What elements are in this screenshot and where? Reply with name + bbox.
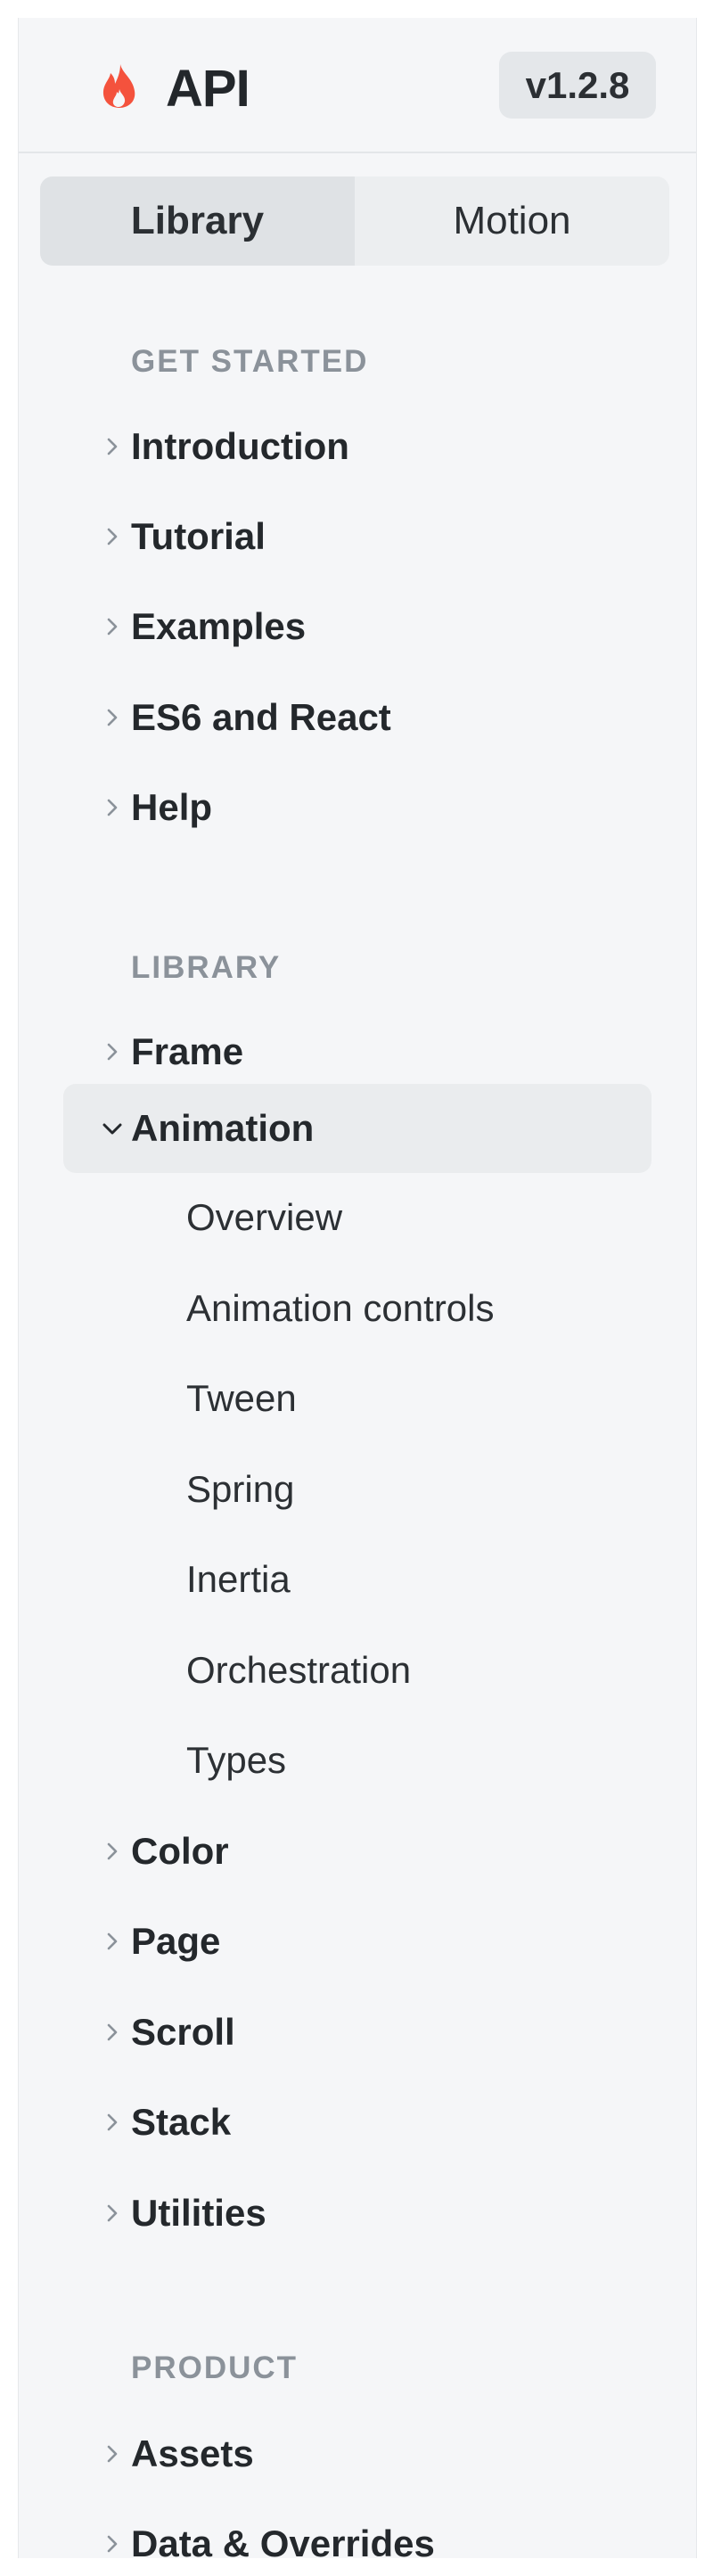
nav-item-page[interactable]: Page bbox=[63, 1899, 652, 1984]
chevron-down-icon bbox=[102, 1123, 122, 1135]
subnav-item-spring[interactable]: Spring bbox=[186, 1447, 294, 1532]
subnav-item-tween[interactable]: Tween bbox=[186, 1356, 297, 1441]
nav-item-examples[interactable]: Examples bbox=[63, 584, 652, 669]
chevron-right-icon bbox=[107, 2535, 118, 2553]
nav-item-label: Help bbox=[131, 786, 213, 828]
nav-item-animation[interactable]: Animation bbox=[63, 1084, 652, 1173]
nav-item-es6-and-react[interactable]: ES6 and React bbox=[63, 675, 652, 760]
nav-item-label: Utilities bbox=[131, 2192, 266, 2234]
nav-item-label: Tutorial bbox=[131, 515, 266, 557]
nav-item-label: Animation bbox=[131, 1107, 315, 1149]
nav-item-label: Examples bbox=[131, 605, 307, 647]
tab-motion[interactable]: Motion bbox=[355, 176, 669, 266]
nav-item-stack[interactable]: Stack bbox=[63, 2080, 652, 2165]
nav-item-label: ES6 and React bbox=[131, 696, 391, 738]
chevron-right-icon bbox=[107, 2023, 118, 2041]
library-motion-toggle: Library Motion bbox=[40, 176, 669, 266]
chevron-right-icon bbox=[107, 799, 118, 816]
chevron-right-icon bbox=[107, 528, 118, 546]
version-badge[interactable]: v1.2.8 bbox=[499, 52, 656, 119]
tab-library[interactable]: Library bbox=[40, 176, 355, 266]
nav-item-label: Color bbox=[131, 1830, 229, 1872]
chevron-right-icon bbox=[107, 618, 118, 636]
section-title-library: LIBRARY bbox=[131, 950, 282, 985]
chevron-right-icon bbox=[107, 2204, 118, 2222]
nav-item-assets[interactable]: Assets bbox=[63, 2411, 652, 2497]
chevron-right-icon bbox=[107, 1842, 118, 1860]
chevron-right-icon bbox=[107, 1043, 118, 1061]
sidebar-panel: API v1.2.8 Library Motion GET STARTED In… bbox=[18, 18, 697, 2558]
chevron-right-icon bbox=[107, 1932, 118, 1950]
nav-item-utilities[interactable]: Utilities bbox=[63, 2170, 652, 2256]
nav-item-data-and-overrides[interactable]: Data & Overrides bbox=[63, 2501, 652, 2558]
subnav-item-overview[interactable]: Overview bbox=[186, 1175, 342, 1260]
nav-item-introduction[interactable]: Introduction bbox=[63, 404, 652, 489]
chevron-right-icon bbox=[107, 709, 118, 726]
nav-item-label: Scroll bbox=[131, 2011, 235, 2053]
chevron-right-icon bbox=[107, 2445, 118, 2463]
nav-item-label: Frame bbox=[131, 1030, 244, 1072]
nav-item-label: Stack bbox=[131, 2101, 232, 2143]
chevron-right-icon bbox=[107, 2113, 118, 2131]
section-title-product: PRODUCT bbox=[131, 2350, 299, 2385]
nav-item-scroll[interactable]: Scroll bbox=[63, 1989, 652, 2075]
subnav-item-orchestration[interactable]: Orchestration bbox=[186, 1628, 411, 1713]
nav-item-help[interactable]: Help bbox=[63, 765, 652, 850]
nav-item-tutorial[interactable]: Tutorial bbox=[63, 494, 652, 579]
subnav-item-animation-controls[interactable]: Animation controls bbox=[186, 1266, 495, 1351]
app-title: API bbox=[166, 60, 250, 118]
chevron-right-icon bbox=[107, 438, 118, 455]
section-title-get-started: GET STARTED bbox=[131, 344, 369, 379]
nav-item-label: Data & Overrides bbox=[131, 2523, 435, 2558]
nav-item-label: Introduction bbox=[131, 425, 349, 467]
subnav-item-types[interactable]: Types bbox=[186, 1718, 286, 1803]
nav-item-label: Page bbox=[131, 1920, 221, 1962]
nav-item-label: Assets bbox=[131, 2432, 254, 2474]
nav-item-frame[interactable]: Frame bbox=[63, 1009, 652, 1095]
flame-icon bbox=[102, 64, 135, 108]
subnav-item-inertia[interactable]: Inertia bbox=[186, 1537, 291, 1622]
sidebar-header: API v1.2.8 bbox=[19, 18, 696, 153]
nav-item-color[interactable]: Color bbox=[63, 1809, 652, 1894]
